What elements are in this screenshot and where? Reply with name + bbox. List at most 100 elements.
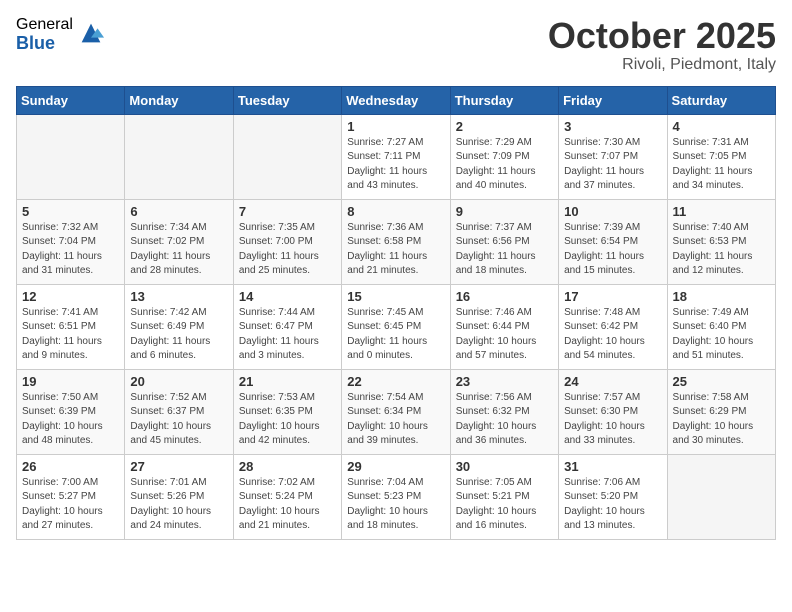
day-info: Sunrise: 7:58 AM Sunset: 6:29 PM Dayligh… (673, 391, 770, 449)
day-number: 10 (564, 204, 661, 219)
calendar-cell: 16Sunrise: 7:46 AM Sunset: 6:44 PM Dayli… (450, 284, 558, 369)
day-number: 23 (456, 374, 553, 389)
day-number: 15 (347, 289, 444, 304)
weekday-header: Tuesday (233, 86, 341, 114)
day-info: Sunrise: 7:36 AM Sunset: 6:58 PM Dayligh… (347, 221, 444, 279)
calendar-cell: 18Sunrise: 7:49 AM Sunset: 6:40 PM Dayli… (667, 284, 775, 369)
day-number: 20 (130, 374, 227, 389)
logo-general: General (16, 16, 73, 34)
day-number: 24 (564, 374, 661, 389)
day-info: Sunrise: 7:50 AM Sunset: 6:39 PM Dayligh… (22, 391, 119, 449)
calendar-cell: 29 Sunrise: 7:04 AM Sunset: 5:23 PM Dayli… (342, 454, 450, 539)
day-info: Sunrise: 7:01 AM Sunset: 5:26 PM Dayligh… (130, 476, 227, 534)
day-info: Sunrise: 7:53 AM Sunset: 6:35 PM Dayligh… (239, 391, 336, 449)
day-number: 30 (456, 459, 553, 474)
day-number: 25 (673, 374, 770, 389)
calendar-cell: 26 Sunrise: 7:00 AM Sunset: 5:27 PM Dayli… (17, 454, 125, 539)
calendar-week-row: 5Sunrise: 7:32 AM Sunset: 7:04 PM Daylig… (17, 199, 776, 284)
calendar-week-row: 1 Sunrise: 7:27 AM Sunset: 7:11 PM Daylig… (17, 114, 776, 199)
calendar-cell: 20 Sunrise: 7:52 AM Sunset: 6:37 PM Dayli… (125, 369, 233, 454)
calendar-cell: 13Sunrise: 7:42 AM Sunset: 6:49 PM Dayli… (125, 284, 233, 369)
day-number: 2 (456, 119, 553, 134)
day-info: Sunrise: 7:46 AM Sunset: 6:44 PM Dayligh… (456, 306, 553, 364)
calendar-week-row: 12 Sunrise: 7:41 AM Sunset: 6:51 PM Dayli… (17, 284, 776, 369)
day-info: Sunrise: 7:35 AM Sunset: 7:00 PM Dayligh… (239, 221, 336, 279)
day-info: Sunrise: 7:05 AM Sunset: 5:21 PM Dayligh… (456, 476, 553, 534)
day-number: 1 (347, 119, 444, 134)
day-info: Sunrise: 7:34 AM Sunset: 7:02 PM Dayligh… (130, 221, 227, 279)
day-number: 29 (347, 459, 444, 474)
day-info: Sunrise: 7:31 AM Sunset: 7:05 PM Dayligh… (673, 136, 770, 194)
day-number: 3 (564, 119, 661, 134)
weekday-header-row: SundayMondayTuesdayWednesdayThursdayFrid… (17, 86, 776, 114)
day-info: Sunrise: 7:00 AM Sunset: 5:27 PM Dayligh… (22, 476, 119, 534)
calendar-cell: 23 Sunrise: 7:56 AM Sunset: 6:32 PM Dayli… (450, 369, 558, 454)
month-title: October 2025 (548, 16, 776, 56)
location-title: Rivoli, Piedmont, Italy (548, 56, 776, 74)
day-info: Sunrise: 7:37 AM Sunset: 6:56 PM Dayligh… (456, 221, 553, 279)
calendar-cell: 1 Sunrise: 7:27 AM Sunset: 7:11 PM Daylig… (342, 114, 450, 199)
day-number: 22 (347, 374, 444, 389)
day-info: Sunrise: 7:40 AM Sunset: 6:53 PM Dayligh… (673, 221, 770, 279)
day-info: Sunrise: 7:52 AM Sunset: 6:37 PM Dayligh… (130, 391, 227, 449)
day-number: 6 (130, 204, 227, 219)
weekday-header: Thursday (450, 86, 558, 114)
day-info: Sunrise: 7:41 AM Sunset: 6:51 PM Dayligh… (22, 306, 119, 364)
calendar-cell: 14 Sunrise: 7:44 AM Sunset: 6:47 PM Dayli… (233, 284, 341, 369)
calendar-cell: 15Sunrise: 7:45 AM Sunset: 6:45 PM Dayli… (342, 284, 450, 369)
logo: General Blue (16, 16, 105, 53)
day-info: Sunrise: 7:39 AM Sunset: 6:54 PM Dayligh… (564, 221, 661, 279)
calendar-cell: 9 Sunrise: 7:37 AM Sunset: 6:56 PM Daylig… (450, 199, 558, 284)
calendar-cell: 19 Sunrise: 7:50 AM Sunset: 6:39 PM Dayli… (17, 369, 125, 454)
page-header: General Blue October 2025 Rivoli, Piedmo… (16, 16, 776, 74)
weekday-header: Friday (559, 86, 667, 114)
day-number: 26 (22, 459, 119, 474)
calendar-cell: 12 Sunrise: 7:41 AM Sunset: 6:51 PM Dayli… (17, 284, 125, 369)
calendar-cell: 2Sunrise: 7:29 AM Sunset: 7:09 PM Daylig… (450, 114, 558, 199)
day-number: 9 (456, 204, 553, 219)
calendar-cell: 21 Sunrise: 7:53 AM Sunset: 6:35 PM Dayli… (233, 369, 341, 454)
calendar-cell: 30 Sunrise: 7:05 AM Sunset: 5:21 PM Dayli… (450, 454, 558, 539)
logo-blue: Blue (16, 34, 73, 54)
day-info: Sunrise: 7:06 AM Sunset: 5:20 PM Dayligh… (564, 476, 661, 534)
calendar-week-row: 19 Sunrise: 7:50 AM Sunset: 6:39 PM Dayli… (17, 369, 776, 454)
calendar-cell: 10 Sunrise: 7:39 AM Sunset: 6:54 PM Dayli… (559, 199, 667, 284)
weekday-header: Wednesday (342, 86, 450, 114)
calendar-week-row: 26 Sunrise: 7:00 AM Sunset: 5:27 PM Dayli… (17, 454, 776, 539)
calendar-cell: 3Sunrise: 7:30 AM Sunset: 7:07 PM Daylig… (559, 114, 667, 199)
calendar: SundayMondayTuesdayWednesdayThursdayFrid… (16, 86, 776, 540)
day-info: Sunrise: 7:57 AM Sunset: 6:30 PM Dayligh… (564, 391, 661, 449)
calendar-cell (125, 114, 233, 199)
day-info: Sunrise: 7:54 AM Sunset: 6:34 PM Dayligh… (347, 391, 444, 449)
day-info: Sunrise: 7:44 AM Sunset: 6:47 PM Dayligh… (239, 306, 336, 364)
calendar-cell: 22 Sunrise: 7:54 AM Sunset: 6:34 PM Dayli… (342, 369, 450, 454)
day-number: 11 (673, 204, 770, 219)
day-number: 21 (239, 374, 336, 389)
calendar-cell: 4 Sunrise: 7:31 AM Sunset: 7:05 PM Daylig… (667, 114, 775, 199)
day-info: Sunrise: 7:56 AM Sunset: 6:32 PM Dayligh… (456, 391, 553, 449)
day-info: Sunrise: 7:48 AM Sunset: 6:42 PM Dayligh… (564, 306, 661, 364)
title-section: October 2025 Rivoli, Piedmont, Italy (548, 16, 776, 74)
day-number: 8 (347, 204, 444, 219)
day-info: Sunrise: 7:04 AM Sunset: 5:23 PM Dayligh… (347, 476, 444, 534)
day-number: 27 (130, 459, 227, 474)
day-number: 5 (22, 204, 119, 219)
calendar-cell: 31 Sunrise: 7:06 AM Sunset: 5:20 PM Dayli… (559, 454, 667, 539)
calendar-cell: 24 Sunrise: 7:57 AM Sunset: 6:30 PM Dayli… (559, 369, 667, 454)
day-number: 18 (673, 289, 770, 304)
calendar-cell: 28Sunrise: 7:02 AM Sunset: 5:24 PM Dayli… (233, 454, 341, 539)
day-number: 14 (239, 289, 336, 304)
day-number: 28 (239, 459, 336, 474)
calendar-cell: 5Sunrise: 7:32 AM Sunset: 7:04 PM Daylig… (17, 199, 125, 284)
day-number: 7 (239, 204, 336, 219)
day-number: 31 (564, 459, 661, 474)
day-number: 19 (22, 374, 119, 389)
weekday-header: Sunday (17, 86, 125, 114)
day-number: 4 (673, 119, 770, 134)
day-number: 17 (564, 289, 661, 304)
day-info: Sunrise: 7:27 AM Sunset: 7:11 PM Dayligh… (347, 136, 444, 194)
calendar-cell: 11 Sunrise: 7:40 AM Sunset: 6:53 PM Dayli… (667, 199, 775, 284)
day-number: 12 (22, 289, 119, 304)
calendar-cell: 27 Sunrise: 7:01 AM Sunset: 5:26 PM Dayli… (125, 454, 233, 539)
calendar-cell: 8 Sunrise: 7:36 AM Sunset: 6:58 PM Daylig… (342, 199, 450, 284)
